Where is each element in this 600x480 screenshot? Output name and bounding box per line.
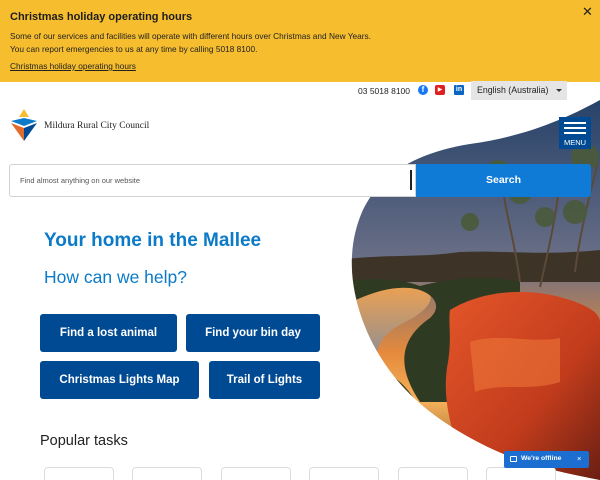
- council-name[interactable]: Mildura Rural City Council: [44, 121, 149, 131]
- chevron-down-icon: [556, 89, 562, 92]
- find-lost-animal-button[interactable]: Find a lost animal: [40, 314, 177, 352]
- alert-message-line-1: Some of our services and facilities will…: [10, 31, 371, 41]
- search-input[interactable]: [9, 164, 416, 197]
- chat-widget[interactable]: We're offline ×: [504, 451, 589, 468]
- menu-label: MENU: [563, 138, 587, 147]
- text-cursor: [410, 170, 412, 190]
- close-icon[interactable]: ✕: [582, 4, 593, 20]
- chat-bubble-icon: [510, 456, 517, 462]
- hamburger-icon-bar: [564, 127, 586, 129]
- trail-of-lights-button[interactable]: Trail of Lights: [209, 361, 320, 399]
- find-bin-day-button[interactable]: Find your bin day: [186, 314, 320, 352]
- holiday-alert-banner: Christmas holiday operating hours Some o…: [0, 0, 600, 82]
- linkedin-icon[interactable]: in: [454, 85, 464, 95]
- christmas-lights-map-button[interactable]: Christmas Lights Map: [40, 361, 199, 399]
- hero-subheading: How can we help?: [44, 267, 187, 287]
- popular-tasks-heading: Popular tasks: [40, 433, 128, 449]
- alert-link[interactable]: Christmas holiday operating hours: [10, 61, 136, 71]
- chat-close-icon[interactable]: ×: [577, 454, 581, 463]
- hero-heading: Your home in the Mallee: [44, 230, 262, 251]
- youtube-icon[interactable]: ▶: [435, 85, 445, 95]
- language-selector[interactable]: English (Australia): [471, 81, 567, 100]
- popular-task-tile[interactable]: [486, 467, 556, 480]
- hamburger-icon-bar: [564, 132, 586, 134]
- popular-task-tile[interactable]: [309, 467, 379, 480]
- chat-status: We're offline: [521, 455, 562, 462]
- language-label: English (Australia): [477, 85, 549, 95]
- council-logo-icon: [11, 109, 37, 141]
- alert-title: Christmas holiday operating hours: [10, 11, 193, 23]
- popular-task-tile[interactable]: [132, 467, 202, 480]
- alert-message-line-2: You can report emergencies to us at any …: [10, 44, 258, 54]
- search-button[interactable]: Search: [416, 164, 591, 197]
- facebook-icon[interactable]: f: [418, 85, 428, 95]
- popular-task-tile[interactable]: [44, 467, 114, 480]
- popular-task-tile[interactable]: [398, 467, 468, 480]
- menu-button[interactable]: MENU: [559, 117, 591, 149]
- popular-task-tile[interactable]: [221, 467, 291, 480]
- phone-number[interactable]: 03 5018 8100: [358, 86, 410, 96]
- hamburger-icon: [564, 122, 586, 124]
